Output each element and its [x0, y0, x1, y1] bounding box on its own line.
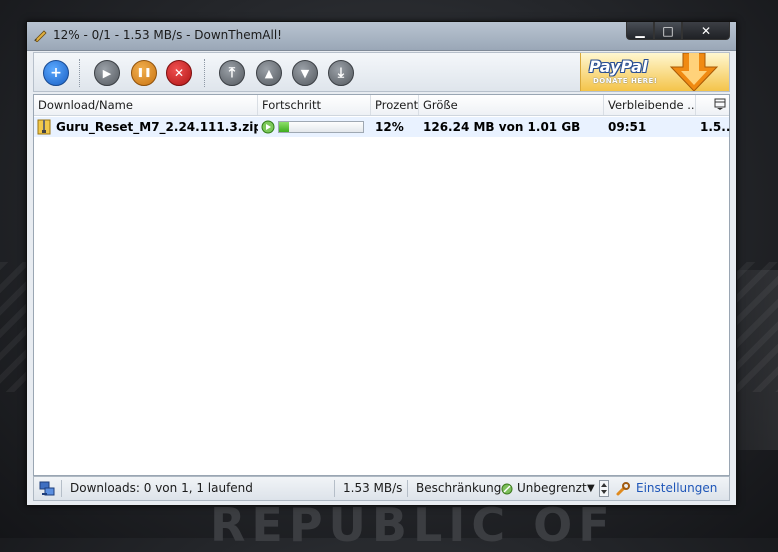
move-top-button[interactable]: ⤒ [219, 60, 245, 86]
close-icon: ✕ [700, 23, 712, 38]
pause-button[interactable]: ❚❚ [131, 60, 157, 86]
move-bottom-icon: ⤓ [337, 65, 345, 81]
status-separator [61, 480, 62, 497]
cancel-button[interactable]: ✕ [166, 60, 192, 86]
app-icon [34, 30, 47, 42]
download-size: 126.24 MB von 1.01 GB [423, 120, 581, 134]
chevron-down-icon[interactable]: ▼ [587, 477, 595, 500]
minimize-button[interactable]: ▁ [626, 22, 654, 40]
speed-limit-select[interactable]: Unbegrenzt [517, 477, 587, 500]
column-header-progress[interactable]: Fortschritt [258, 95, 371, 115]
downthemall-window: 12% - 0/1 - 1.53 MB/s - DownThemAll! ▁ □… [26, 21, 737, 506]
downloads-summary: Downloads: 0 von 1, 1 laufend [70, 481, 253, 495]
play-icon: ▶ [102, 66, 112, 80]
toolbar: + ▶ ❚❚ ✕ ⤒ ▲ ▼ ⤓ PayPal DONATE HERE! [33, 52, 730, 92]
move-up-button[interactable]: ▲ [256, 60, 282, 86]
zip-file-icon [37, 119, 51, 135]
download-arrow-icon [669, 53, 719, 91]
status-separator [334, 480, 335, 497]
download-progress-bar [278, 121, 364, 133]
speed-limit-icon [501, 483, 513, 495]
speed-limit-spinner[interactable] [599, 480, 609, 497]
wrench-icon[interactable] [615, 481, 631, 497]
column-header-size[interactable]: Größe [419, 95, 604, 115]
download-name: Guru_Reset_M7_2.24.111.3.zip [56, 120, 258, 134]
download-progress-cell [258, 117, 371, 137]
background-brand-text: REPUBLIC OF [210, 498, 616, 552]
column-picker-icon[interactable] [714, 98, 726, 110]
move-down-button[interactable]: ▼ [292, 60, 318, 86]
close-button[interactable]: ✕ [682, 22, 730, 40]
maximize-icon: □ [662, 23, 674, 38]
download-speed: 1.5... [700, 120, 731, 134]
column-header-row: Download/Name Fortschritt Prozent Größe … [34, 95, 729, 116]
downloads-list[interactable]: Download/Name Fortschritt Prozent Größe … [33, 94, 731, 476]
title-bar[interactable]: 12% - 0/1 - 1.53 MB/s - DownThemAll! ▁ □… [27, 22, 736, 51]
pause-icon: ❚❚ [136, 68, 152, 78]
cancel-icon: ✕ [173, 66, 185, 80]
paypal-donate-text: DONATE HERE! [593, 77, 658, 85]
window-controls: ▁ □ ✕ [626, 22, 730, 42]
resume-button[interactable]: ▶ [94, 60, 120, 86]
background-shape [730, 270, 778, 450]
download-remaining-time: 09:51 [608, 120, 647, 134]
move-down-icon: ▼ [300, 66, 310, 80]
status-bar: Downloads: 0 von 1, 1 laufend 1.53 MB/s … [33, 476, 730, 501]
move-up-icon: ▲ [264, 66, 274, 80]
minimize-icon: ▁ [635, 23, 645, 38]
limit-label: Beschränkung: [416, 481, 506, 495]
network-icon [39, 481, 55, 496]
download-percent: 12% [375, 120, 404, 134]
paypal-donate-banner[interactable]: PayPal DONATE HERE! [580, 53, 729, 91]
toolbar-separator [204, 59, 205, 87]
spinner-arrows-icon [601, 483, 607, 494]
column-header-percent[interactable]: Prozent [371, 95, 419, 115]
paypal-logo: PayPal [589, 57, 648, 76]
total-speed: 1.53 MB/s [343, 481, 403, 495]
add-download-button[interactable]: + [43, 60, 69, 86]
move-top-icon: ⤒ [228, 65, 236, 81]
window-title: 12% - 0/1 - 1.53 MB/s - DownThemAll! [53, 28, 282, 42]
plus-icon: + [50, 65, 62, 81]
running-status-icon [261, 120, 275, 134]
move-bottom-button[interactable]: ⤓ [328, 60, 354, 86]
maximize-button[interactable]: □ [654, 22, 682, 40]
table-row[interactable]: Guru_Reset_M7_2.24.111.3.zip 12% 126.24 … [34, 117, 731, 137]
toolbar-separator [79, 59, 80, 87]
column-header-remaining[interactable]: Verbleibende ... [604, 95, 696, 115]
download-progress-fill [279, 122, 290, 132]
status-separator [407, 480, 408, 497]
column-header-name[interactable]: Download/Name [34, 95, 258, 115]
settings-link[interactable]: Einstellungen [636, 477, 717, 500]
